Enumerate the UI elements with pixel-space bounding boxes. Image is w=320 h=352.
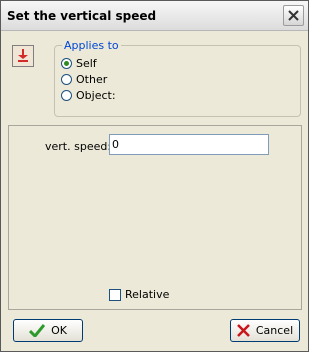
vert-speed-input[interactable] (109, 134, 269, 155)
radio-object[interactable]: Object: (61, 88, 116, 102)
close-icon (288, 10, 299, 21)
action-icon-box (12, 45, 34, 67)
close-button[interactable] (283, 5, 304, 26)
cancel-label: Cancel (255, 324, 294, 337)
radio-object-button[interactable] (61, 89, 72, 101)
applies-to-legend: Applies to (62, 39, 121, 52)
ok-label: OK (51, 324, 67, 337)
radio-object-label: Object: (76, 88, 116, 102)
checkmark-icon (29, 324, 46, 337)
relative-checkbox[interactable] (109, 288, 121, 301)
cancel-button[interactable]: Cancel (230, 319, 300, 342)
relative-checkbox-row[interactable]: Relative (109, 288, 169, 301)
radio-self[interactable]: Self (61, 56, 97, 70)
dialog-window: Set the vertical speed Applies to Self O… (0, 0, 309, 352)
radio-self-label: Self (76, 56, 97, 70)
relative-label: Relative (125, 288, 170, 301)
radio-other-label: Other (76, 72, 108, 86)
cross-icon (236, 324, 250, 337)
radio-self-button[interactable] (61, 57, 72, 69)
applies-to-group: Applies to Self Other Object: (54, 39, 301, 117)
radio-other[interactable]: Other (61, 72, 107, 86)
window-title: Set the vertical speed (7, 9, 157, 23)
ok-button[interactable]: OK (13, 319, 83, 342)
vert-speed-label: vert. speed: (45, 140, 112, 153)
title-bar[interactable]: Set the vertical speed (1, 1, 308, 31)
vertical-speed-arrow-icon (18, 49, 28, 62)
radio-other-button[interactable] (61, 73, 72, 85)
